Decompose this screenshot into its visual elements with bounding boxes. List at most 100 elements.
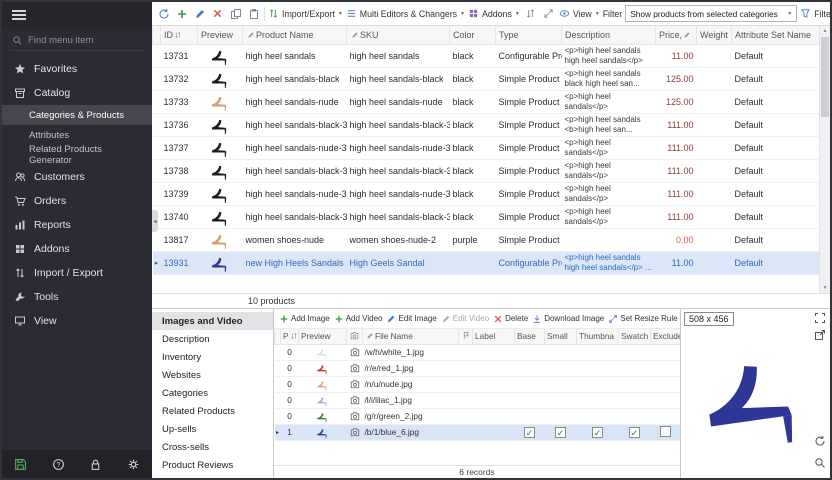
image-row[interactable]: 0/n/u/nude.jpg xyxy=(275,376,681,392)
tab-product-reviews[interactable]: Product Reviews xyxy=(152,456,273,474)
column-header-price[interactable]: Price, xyxy=(656,26,697,44)
column-header-camera[interactable] xyxy=(347,329,363,344)
lock-icon[interactable] xyxy=(89,458,102,471)
image-row[interactable]: ▸1/b/1/blue_6.jpg✓✓✓✓ xyxy=(275,424,681,440)
column-header-description[interactable]: Description xyxy=(562,26,656,44)
column-header-preview[interactable]: Preview xyxy=(299,329,347,344)
column-header-exclude[interactable]: Exclude xyxy=(651,329,681,344)
sidebar-item-import-export[interactable]: Import / Export xyxy=(2,261,152,285)
column-header-product-name[interactable]: Product Name xyxy=(243,26,347,44)
column-header-small[interactable]: Small xyxy=(545,329,577,344)
add-video-button[interactable]: Add Video xyxy=(334,314,383,324)
sort-ascending-button[interactable] xyxy=(523,8,538,19)
fullscreen-icon[interactable] xyxy=(814,312,827,325)
category-filter-select[interactable]: Show products from selected categories ▼ xyxy=(625,5,797,22)
tab-images-and-video[interactable]: Images and Video xyxy=(152,312,273,330)
column-header-preview[interactable]: Preview xyxy=(198,26,243,44)
edit-product-button[interactable] xyxy=(192,8,207,20)
sidebar-item-catalog[interactable]: Catalog xyxy=(2,81,152,105)
product-row[interactable]: 13731high heel sandalshigh heel sandalsb… xyxy=(153,44,820,67)
scrollbar-thumb[interactable] xyxy=(821,37,829,117)
menu-search-input[interactable] xyxy=(28,35,138,46)
sidebar-item-addons[interactable]: Addons xyxy=(2,237,152,261)
sidebar-item-view[interactable]: View xyxy=(2,309,152,333)
thumbnail-checkbox[interactable]: ✓ xyxy=(592,427,603,438)
sidebar-item-orders[interactable]: Orders xyxy=(2,189,152,213)
set-resize-rule-button[interactable]: Set Resize Rule xyxy=(608,314,677,324)
column-header-type[interactable]: Type xyxy=(496,26,562,44)
import-export-menu[interactable]: Import/Export ▼ xyxy=(268,8,343,19)
zoom-icon[interactable] xyxy=(814,457,827,470)
rotate-icon[interactable] xyxy=(814,435,827,448)
gear-icon[interactable] xyxy=(127,458,140,471)
sidebar-item-customers[interactable]: Customers xyxy=(2,165,152,189)
sidebar-item-categories-products[interactable]: Categories & Products xyxy=(2,105,152,125)
scroll-down-icon[interactable]: ▼ xyxy=(820,283,830,293)
column-header-file-name[interactable]: File Name xyxy=(363,329,459,344)
open-external-icon[interactable] xyxy=(814,329,827,342)
users-icon xyxy=(14,171,26,183)
tab-websites[interactable]: Websites xyxy=(152,366,273,384)
image-row[interactable]: 0/l/i/lilac_1.jpg xyxy=(275,392,681,408)
column-header-attribute-set-name[interactable]: Attribute Set Name xyxy=(732,26,820,44)
product-row[interactable]: 13733high heel sandals-nudehigh heel san… xyxy=(153,90,820,113)
product-row[interactable]: 13817women shoes-nudewomen shoes-nude-2p… xyxy=(153,228,820,251)
download-image-button[interactable]: Download Image xyxy=(532,314,604,324)
column-header-weight[interactable]: Weight xyxy=(697,26,732,44)
column-header-color[interactable]: Color xyxy=(450,26,496,44)
view-menu[interactable]: View ▼ xyxy=(559,8,600,19)
product-row[interactable]: 13736high heel sandals-black-36high heel… xyxy=(153,113,820,136)
edit-image-button[interactable]: Edit Image xyxy=(386,314,436,324)
column-header-swatch[interactable]: Swatch xyxy=(619,329,651,344)
image-row[interactable]: 0/w/h/white_1.jpg xyxy=(275,344,681,360)
product-sku: high heel sandals-nude-36 xyxy=(347,136,450,159)
sidebar-item-favorites[interactable]: Favorites xyxy=(2,57,152,81)
product-row[interactable]: 13740high heel sandals-black-38high heel… xyxy=(153,205,820,228)
image-row[interactable]: 0/g/r/green_2.jpg xyxy=(275,408,681,424)
multi-editors-menu[interactable]: Multi Editors & Changers ▼ xyxy=(346,8,465,19)
refresh-button[interactable] xyxy=(156,8,171,20)
product-row[interactable]: 13739high heel sandals-nude-37high heel … xyxy=(153,182,820,205)
column-header-p[interactable]: P xyxy=(281,329,299,344)
autosize-columns-button[interactable] xyxy=(541,8,556,19)
column-header-id[interactable]: ID xyxy=(161,26,198,44)
tab-cross-sells[interactable]: Cross-sells xyxy=(152,438,273,456)
image-row[interactable]: 0/r/e/red_1.jpg xyxy=(275,360,681,376)
column-header-thumbna[interactable]: Thumbna xyxy=(577,329,619,344)
sidebar-item-related-products-generator[interactable]: Related Products Generator xyxy=(2,145,152,165)
product-row[interactable]: ▸13931new High Heels SandalsHigh Geels S… xyxy=(153,251,820,274)
column-header-flag[interactable] xyxy=(459,329,473,344)
column-header-base[interactable]: Base xyxy=(515,329,545,344)
scroll-up-icon[interactable]: ▲ xyxy=(820,26,830,36)
product-row[interactable]: 13732high heel sandals-blackhigh heel sa… xyxy=(153,67,820,90)
exclude-checkbox[interactable] xyxy=(660,426,671,437)
help-icon[interactable]: ? xyxy=(52,458,65,471)
swatch-checkbox[interactable]: ✓ xyxy=(629,427,640,438)
tab-description[interactable]: Description xyxy=(152,330,273,348)
sidebar-item-attributes[interactable]: Attributes xyxy=(2,125,152,145)
addons-menu[interactable]: Addons ▼ xyxy=(468,8,520,19)
filters-menu[interactable]: Filters ▼ xyxy=(800,8,830,19)
column-header-sku[interactable]: SKU xyxy=(347,26,450,44)
sidebar-item-tools[interactable]: Tools xyxy=(2,285,152,309)
product-row[interactable]: 13738high heel sandals-black-37high heel… xyxy=(153,159,820,182)
panel-collapse-handle[interactable]: ◂ xyxy=(152,210,158,232)
save-icon[interactable] xyxy=(14,458,27,471)
base-checkbox[interactable]: ✓ xyxy=(524,427,535,438)
delete-product-button[interactable] xyxy=(210,8,225,19)
product-row[interactable]: 13737high heel sandals-nude-36high heel … xyxy=(153,136,820,159)
add-product-button[interactable] xyxy=(174,8,189,20)
tab-inventory[interactable]: Inventory xyxy=(152,348,273,366)
copy-button[interactable] xyxy=(228,8,243,20)
tab-categories[interactable]: Categories xyxy=(152,384,273,402)
small-checkbox[interactable]: ✓ xyxy=(555,427,566,438)
tab-up-sells[interactable]: Up-sells xyxy=(152,420,273,438)
tab-related-products[interactable]: Related Products xyxy=(152,402,273,420)
sidebar-item-reports[interactable]: Reports xyxy=(2,213,152,237)
add-image-button[interactable]: Add Image xyxy=(279,314,330,324)
paste-button[interactable] xyxy=(246,8,261,20)
vertical-scrollbar[interactable]: ▲ ▼ xyxy=(819,26,830,293)
column-header-label[interactable]: Label xyxy=(473,329,515,344)
hamburger-menu-icon[interactable] xyxy=(12,8,26,22)
delete-button[interactable]: Delete xyxy=(493,314,528,324)
